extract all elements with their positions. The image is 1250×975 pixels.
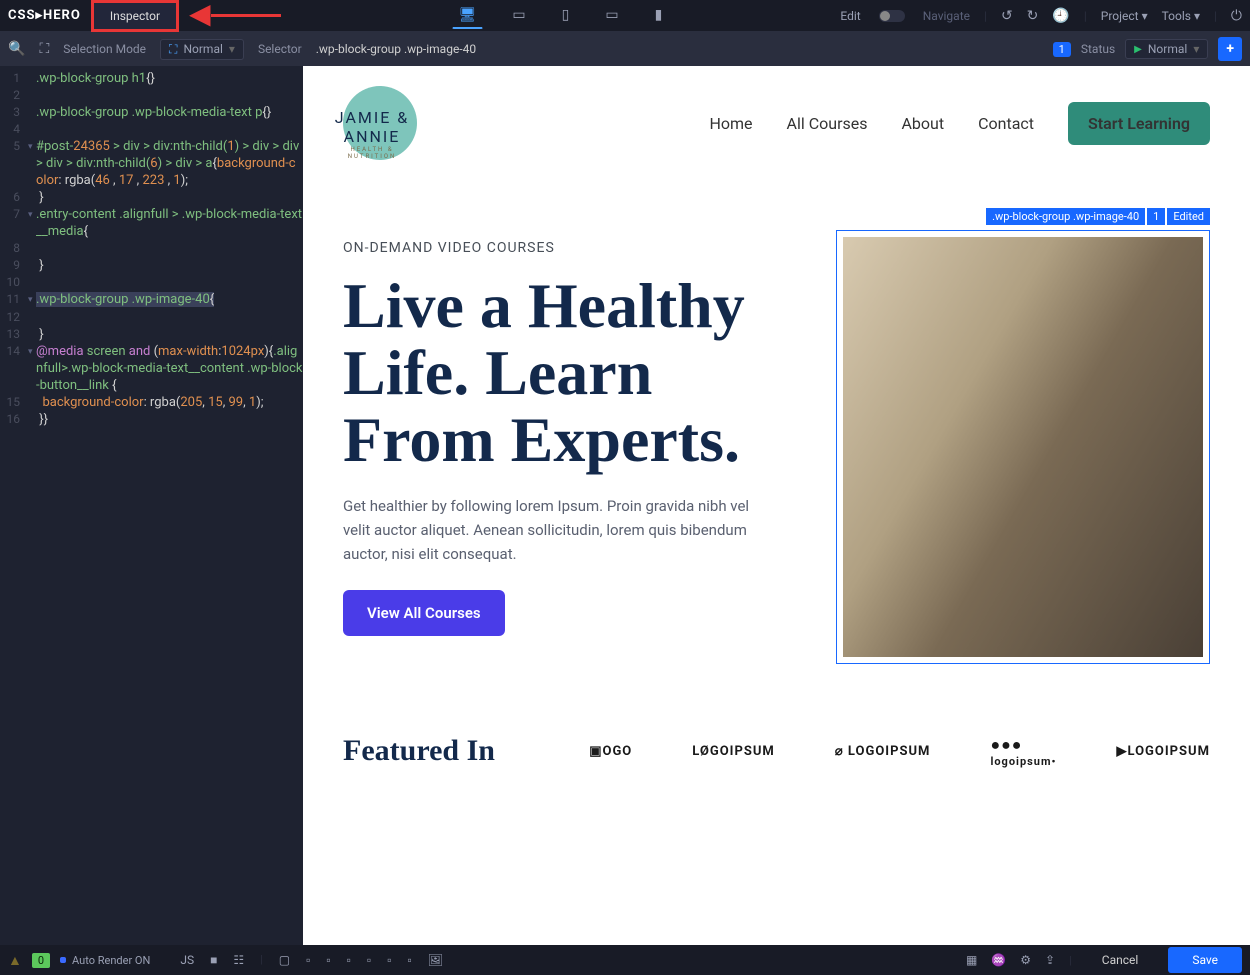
screen-icon[interactable]: ▫ [407,953,411,967]
tablet-icon[interactable]: ▯ [555,2,577,29]
cta-start-learning[interactable]: Start Learning [1068,102,1210,145]
auto-render-toggle[interactable]: Auto Render ON [60,954,150,967]
undo-icon[interactable]: ↺ [1001,8,1013,24]
image-icon[interactable]: 🖼 [428,953,443,967]
screen-icon[interactable]: ▫ [306,953,310,967]
partner-logo: LØGOIPSUM [692,744,775,759]
featured-title: Featured In [343,734,513,768]
view-courses-button[interactable]: View All Courses [343,590,505,636]
brand-logo: CSS▸HERO [8,8,81,23]
selection-count-chip: 1 [1147,208,1165,225]
nav-about[interactable]: About [901,114,944,133]
hierarchy-icon[interactable]: ☷ [233,953,244,967]
screen-icon[interactable]: ▫ [347,953,351,967]
history-icon[interactable]: 🕘 [1052,8,1069,24]
site-logo[interactable]: JAMIE & ANNIE HEALTH & NUTRITION [343,86,417,160]
gear-icon[interactable]: ⚙ [1020,953,1031,967]
hero-lead: Get healthier by following lorem Ipsum. … [343,494,763,566]
partner-logo: ●●●logoipsum• [990,735,1056,768]
preview-frame[interactable]: JAMIE & ANNIE HEALTH & NUTRITION Home Al… [303,66,1250,945]
nav-home[interactable]: Home [709,114,752,133]
warning-icon[interactable]: ▲ [8,952,22,969]
grid-icon[interactable]: ▦ [966,953,977,967]
partner-logo: ▶LOGOIPSUM [1116,744,1210,759]
selected-element-outline[interactable] [836,230,1210,664]
device-switcher: 🖥 ▭ ▯ ▭ ▮ [281,2,841,29]
nav-contact[interactable]: Contact [978,114,1034,133]
expand-icon[interactable]: ⛶ [39,41,49,57]
cancel-button[interactable]: Cancel [1086,947,1155,973]
screen-icon[interactable]: ▫ [387,953,391,967]
screen-icon[interactable]: ▫ [367,953,371,967]
warning-count: 0 [32,953,50,968]
screen-icon[interactable]: ▫ [326,953,330,967]
project-dropdown[interactable]: Project [1101,9,1148,23]
selector-input[interactable] [316,42,556,56]
redo-icon[interactable]: ↻ [1027,8,1039,24]
annotation-line [211,14,281,17]
subbar: 🔍 ⛶ Selection Mode ⛶ Normal ▾ Selector 1… [0,32,1250,66]
mobile-icon[interactable]: ▮ [648,2,670,29]
selection-overlay: .wp-block-group .wp-image-40 1 Edited [986,208,1210,225]
hero-image [843,237,1203,657]
desktop-icon[interactable]: 🖥 [452,2,484,29]
code-editor[interactable]: 1.wp-block-group h1{} 2 3.wp-block-group… [0,66,303,945]
laptop-icon[interactable]: ▭ [505,2,532,29]
partner-logo: ⌀ LOGOIPSUM [835,744,931,759]
topbar: CSS▸HERO Inspector ◀ 🖥 ▭ ▯ ▭ ▮ Edit Navi… [0,0,1250,32]
bottombar: ▲ 0 Auto Render ON JS ■ ☷ | ▢ ▫ ▫ ▫ ▫ ▫ … [0,945,1250,975]
tree-icon[interactable]: ♒ [991,953,1006,967]
js-button[interactable]: JS [180,953,194,967]
hero-kicker: ON-DEMAND VIDEO COURSES [343,240,796,256]
edit-label: Edit [840,9,860,23]
selection-edited-chip: Edited [1167,208,1210,225]
save-button[interactable]: Save [1168,947,1242,973]
partner-logo: ▣OGO [589,744,632,759]
hero-title: Live a Healthy Life. Learn From Experts. [343,272,796,474]
site-header: JAMIE & ANNIE HEALTH & NUTRITION Home Al… [303,66,1250,180]
power-icon[interactable]: ⏻ [1231,8,1242,24]
navigate-label: Navigate [923,9,970,23]
screen-icon[interactable]: ▢ [279,953,290,967]
search-icon[interactable]: 🔍 [8,41,25,57]
nav-courses[interactable]: All Courses [787,114,868,133]
tools-dropdown[interactable]: Tools [1162,9,1200,23]
tablet-landscape-icon[interactable]: ▭ [598,2,625,29]
inspector-tab[interactable]: Inspector [91,0,179,32]
selection-mode-dropdown[interactable]: ⛶ Normal ▾ [160,39,244,60]
hero-section: ON-DEMAND VIDEO COURSES Live a Healthy L… [303,180,1250,704]
match-count-badge: 1 [1053,42,1071,57]
status-dropdown[interactable]: ▶ Normal ▾ [1125,39,1208,59]
selection-mode-label: Selection Mode [63,42,146,56]
annotation-arrow: ◀ [189,0,211,30]
export-icon[interactable]: ⇪ [1045,953,1055,967]
site-nav: Home All Courses About Contact Start Lea… [709,102,1210,145]
status-label: Status [1081,42,1115,56]
featured-section: Featured In ▣OGO LØGOIPSUM ⌀ LOGOIPSUM ●… [303,704,1250,828]
add-button[interactable]: + [1218,37,1242,61]
video-icon[interactable]: ■ [210,953,217,967]
selection-selector-chip: .wp-block-group .wp-image-40 [986,208,1145,225]
selector-label: Selector [258,42,302,56]
edit-navigate-toggle[interactable] [879,10,905,22]
